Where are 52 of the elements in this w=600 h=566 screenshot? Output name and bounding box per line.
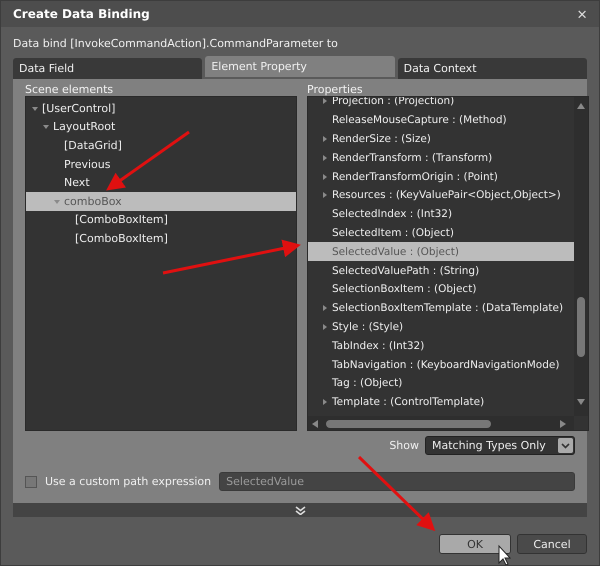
property-item[interactable]: SelectedValuePath : (String) — [308, 261, 574, 280]
collapsed-arrow-icon[interactable] — [322, 305, 328, 312]
property-item[interactable]: RenderTransform : (Transform) — [308, 148, 574, 168]
property-item[interactable]: SelectedItem : (Object) — [308, 224, 574, 242]
property-item[interactable]: TabIndex : (Int32) — [308, 336, 574, 356]
property-item[interactable]: Style : (Style) — [308, 318, 574, 336]
collapsed-arrow-icon[interactable] — [322, 98, 328, 104]
property-item[interactable]: SelectedIndex : (Int32) — [308, 204, 574, 224]
vertical-scrollbar[interactable] — [574, 97, 588, 416]
custom-path-checkbox[interactable] — [25, 476, 37, 488]
property-item[interactable]: Template : (ControlTemplate) — [308, 392, 574, 412]
tree-item[interactable]: comboBox — [26, 192, 296, 211]
tree-item[interactable]: [ComboBoxItem] — [26, 229, 296, 248]
tab[interactable]: Data Context — [398, 58, 587, 79]
show-dropdown[interactable]: Matching Types Only — [425, 436, 575, 455]
expanded-arrow-icon[interactable] — [43, 124, 49, 130]
horizontal-scrollbar[interactable] — [308, 416, 574, 430]
property-item[interactable]: ReleaseMouseCapture : (Method) — [308, 110, 574, 130]
expanded-arrow-icon[interactable] — [32, 106, 38, 112]
chevron-down-icon — [561, 442, 570, 448]
properties-heading: Properties — [307, 83, 364, 96]
show-label: Show — [389, 439, 419, 452]
collapsed-arrow-icon[interactable] — [322, 324, 328, 330]
property-item[interactable]: SelectionBoxItemTemplate : (DataTemplate) — [308, 298, 574, 318]
tree-item[interactable]: LayoutRoot — [26, 118, 296, 136]
property-item[interactable]: TabNavigation : (KeyboardNavigationMode) — [308, 355, 574, 374]
tree-item[interactable]: Next — [26, 173, 296, 192]
collapsed-arrow-icon[interactable] — [322, 136, 328, 142]
custom-path-label: Use a custom path expression — [45, 475, 212, 488]
collapsed-arrow-icon[interactable] — [322, 174, 328, 180]
tree-item[interactable]: [UserControl] — [26, 99, 296, 118]
tab[interactable]: Data Field — [13, 58, 202, 79]
collapsed-arrow-icon[interactable] — [322, 192, 328, 198]
scene-elements-heading: Scene elements — [25, 83, 114, 96]
tree-item[interactable]: [DataGrid] — [26, 136, 296, 155]
collapsed-arrow-icon[interactable] — [322, 399, 328, 406]
property-item[interactable]: Tag : (Object) — [308, 374, 574, 393]
mouse-pointer-icon — [498, 544, 512, 565]
cancel-button[interactable]: Cancel — [517, 534, 587, 554]
double-chevron-down-icon — [294, 506, 306, 514]
tree-item[interactable]: [ComboBoxItem] — [26, 210, 296, 230]
property-item[interactable]: SelectedValue : (Object) — [308, 242, 574, 262]
property-item[interactable]: RenderSize : (Size) — [308, 130, 574, 148]
property-item[interactable]: RenderTransformOrigin : (Point) — [308, 167, 574, 186]
window-title: Create Data Binding — [13, 7, 150, 21]
tree-item[interactable]: Previous — [26, 154, 296, 174]
property-item[interactable]: SelectionBoxItem : (Object) — [308, 280, 574, 299]
collapsed-arrow-icon[interactable] — [322, 154, 328, 161]
ok-button[interactable]: OK — [439, 534, 511, 554]
property-item[interactable]: Resources : (KeyValuePair<Object,Object>) — [308, 186, 574, 205]
close-button[interactable]: × — [575, 6, 589, 22]
binding-caption: Data bind [InvokeCommandAction].CommandParameter to — [13, 37, 339, 50]
